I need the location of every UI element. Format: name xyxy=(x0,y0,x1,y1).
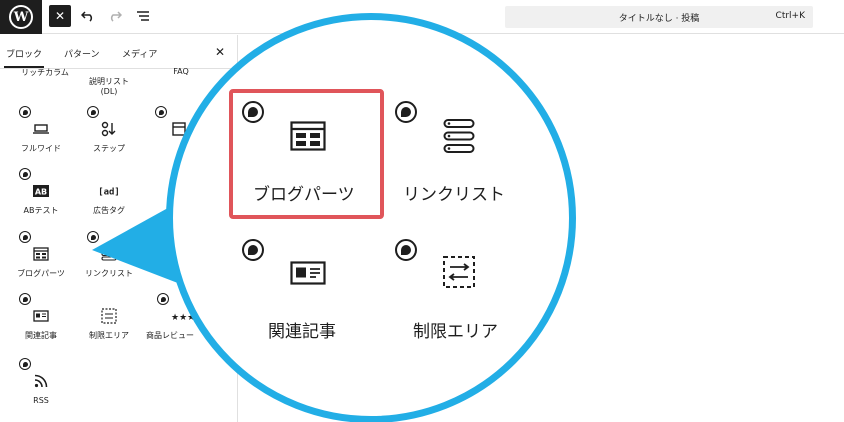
block-item-link-list[interactable]: リンクリスト xyxy=(76,229,142,293)
wordpress-logo[interactable]: W xyxy=(0,0,42,34)
ad-tag-icon: [ad] xyxy=(96,182,122,200)
magnified-label-restricted-area: 制限エリア xyxy=(413,322,498,342)
related-posts-icon xyxy=(30,307,52,325)
tab-patterns[interactable]: パターン xyxy=(64,47,100,60)
block-label: 説明リスト (DL) xyxy=(89,77,129,96)
block-item-restricted-area[interactable]: 制限エリア xyxy=(76,291,142,355)
block-label: リッチカラム xyxy=(21,68,69,77)
block-item-full-wide[interactable]: フルワイド xyxy=(8,104,74,168)
undo-icon[interactable] xyxy=(79,7,97,25)
block-label: フルワイド xyxy=(21,144,61,153)
plugin-badge-icon xyxy=(19,358,31,370)
svg-text:AB: AB xyxy=(35,188,47,197)
plugin-badge-icon xyxy=(19,106,31,118)
plugin-badge-icon xyxy=(395,239,417,261)
block-item-partial[interactable]: リッチカラム xyxy=(8,67,82,78)
magnified-label-related-posts: 関連記事 xyxy=(268,322,336,342)
plugin-badge-icon xyxy=(19,168,31,180)
related-posts-icon xyxy=(290,261,326,289)
plugin-badge-icon xyxy=(157,293,169,305)
wordpress-icon: W xyxy=(9,5,33,29)
plugin-badge-icon xyxy=(395,101,417,123)
block-item-ad-tag[interactable]: [ad] 広告タグ xyxy=(76,166,142,230)
step-icon xyxy=(98,120,120,138)
link-list-icon xyxy=(443,118,475,158)
svg-text:[ad]: [ad] xyxy=(98,188,120,198)
block-label: ABテスト xyxy=(23,206,59,215)
plugin-badge-icon xyxy=(242,239,264,261)
close-sidebar-button[interactable]: ✕ xyxy=(215,45,225,59)
restricted-area-icon xyxy=(98,307,120,325)
block-item-related-posts[interactable]: 関連記事 xyxy=(8,291,74,355)
block-label: 関連記事 xyxy=(25,331,57,340)
block-item-partial[interactable]: 説明リスト (DL) xyxy=(72,67,146,97)
block-item-ab-test[interactable]: AB ABテスト xyxy=(8,166,74,230)
plugin-badge-icon xyxy=(87,106,99,118)
plugin-badge-icon xyxy=(242,101,264,123)
rss-icon xyxy=(30,372,52,390)
block-label: 制限エリア xyxy=(89,331,129,340)
ab-test-icon: AB xyxy=(30,182,52,200)
restricted-area-icon xyxy=(442,255,476,293)
document-title: タイトルなし · 投稿 xyxy=(618,14,700,24)
plugin-badge-icon xyxy=(19,293,31,305)
shortcut-hint: Ctrl+K xyxy=(775,11,805,21)
plugin-badge-icon xyxy=(19,231,31,243)
inserter-tabs: ブロック パターン メディア ✕ xyxy=(0,35,237,69)
block-item-rss[interactable]: RSS xyxy=(8,356,74,420)
tab-media[interactable]: メディア xyxy=(122,47,157,60)
magnified-label-link-list: リンクリスト xyxy=(403,185,505,205)
link-list-icon xyxy=(98,245,120,263)
block-item-step[interactable]: ステップ xyxy=(76,104,142,168)
document-overview-icon[interactable] xyxy=(134,7,152,25)
block-label: リンクリスト xyxy=(85,269,133,278)
magnifier-lens: ブログパーツ リンクリスト 関連記事 制限エリア xyxy=(166,13,576,422)
block-label: RSS xyxy=(33,396,49,405)
blog-parts-icon xyxy=(290,121,326,155)
block-label: FAQ xyxy=(173,67,189,76)
tab-blocks[interactable]: ブロック xyxy=(3,47,45,68)
command-palette-bar[interactable]: タイトルなし · 投稿 Ctrl+K xyxy=(505,6,813,28)
block-label: 広告タグ xyxy=(93,206,125,215)
plugin-badge-icon xyxy=(87,231,99,243)
block-label: ステップ xyxy=(93,144,125,153)
close-inserter-button[interactable]: ✕ xyxy=(49,5,71,27)
block-label: ブログパーツ xyxy=(17,269,65,278)
full-wide-icon xyxy=(30,120,52,138)
magnified-label-blog-parts: ブログパーツ xyxy=(253,185,355,205)
blog-parts-icon xyxy=(30,245,52,263)
redo-icon[interactable] xyxy=(106,7,124,25)
block-item-partial[interactable]: FAQ xyxy=(144,67,218,76)
plugin-badge-icon xyxy=(155,106,167,118)
block-item-blog-parts[interactable]: ブログパーツ xyxy=(8,229,74,293)
